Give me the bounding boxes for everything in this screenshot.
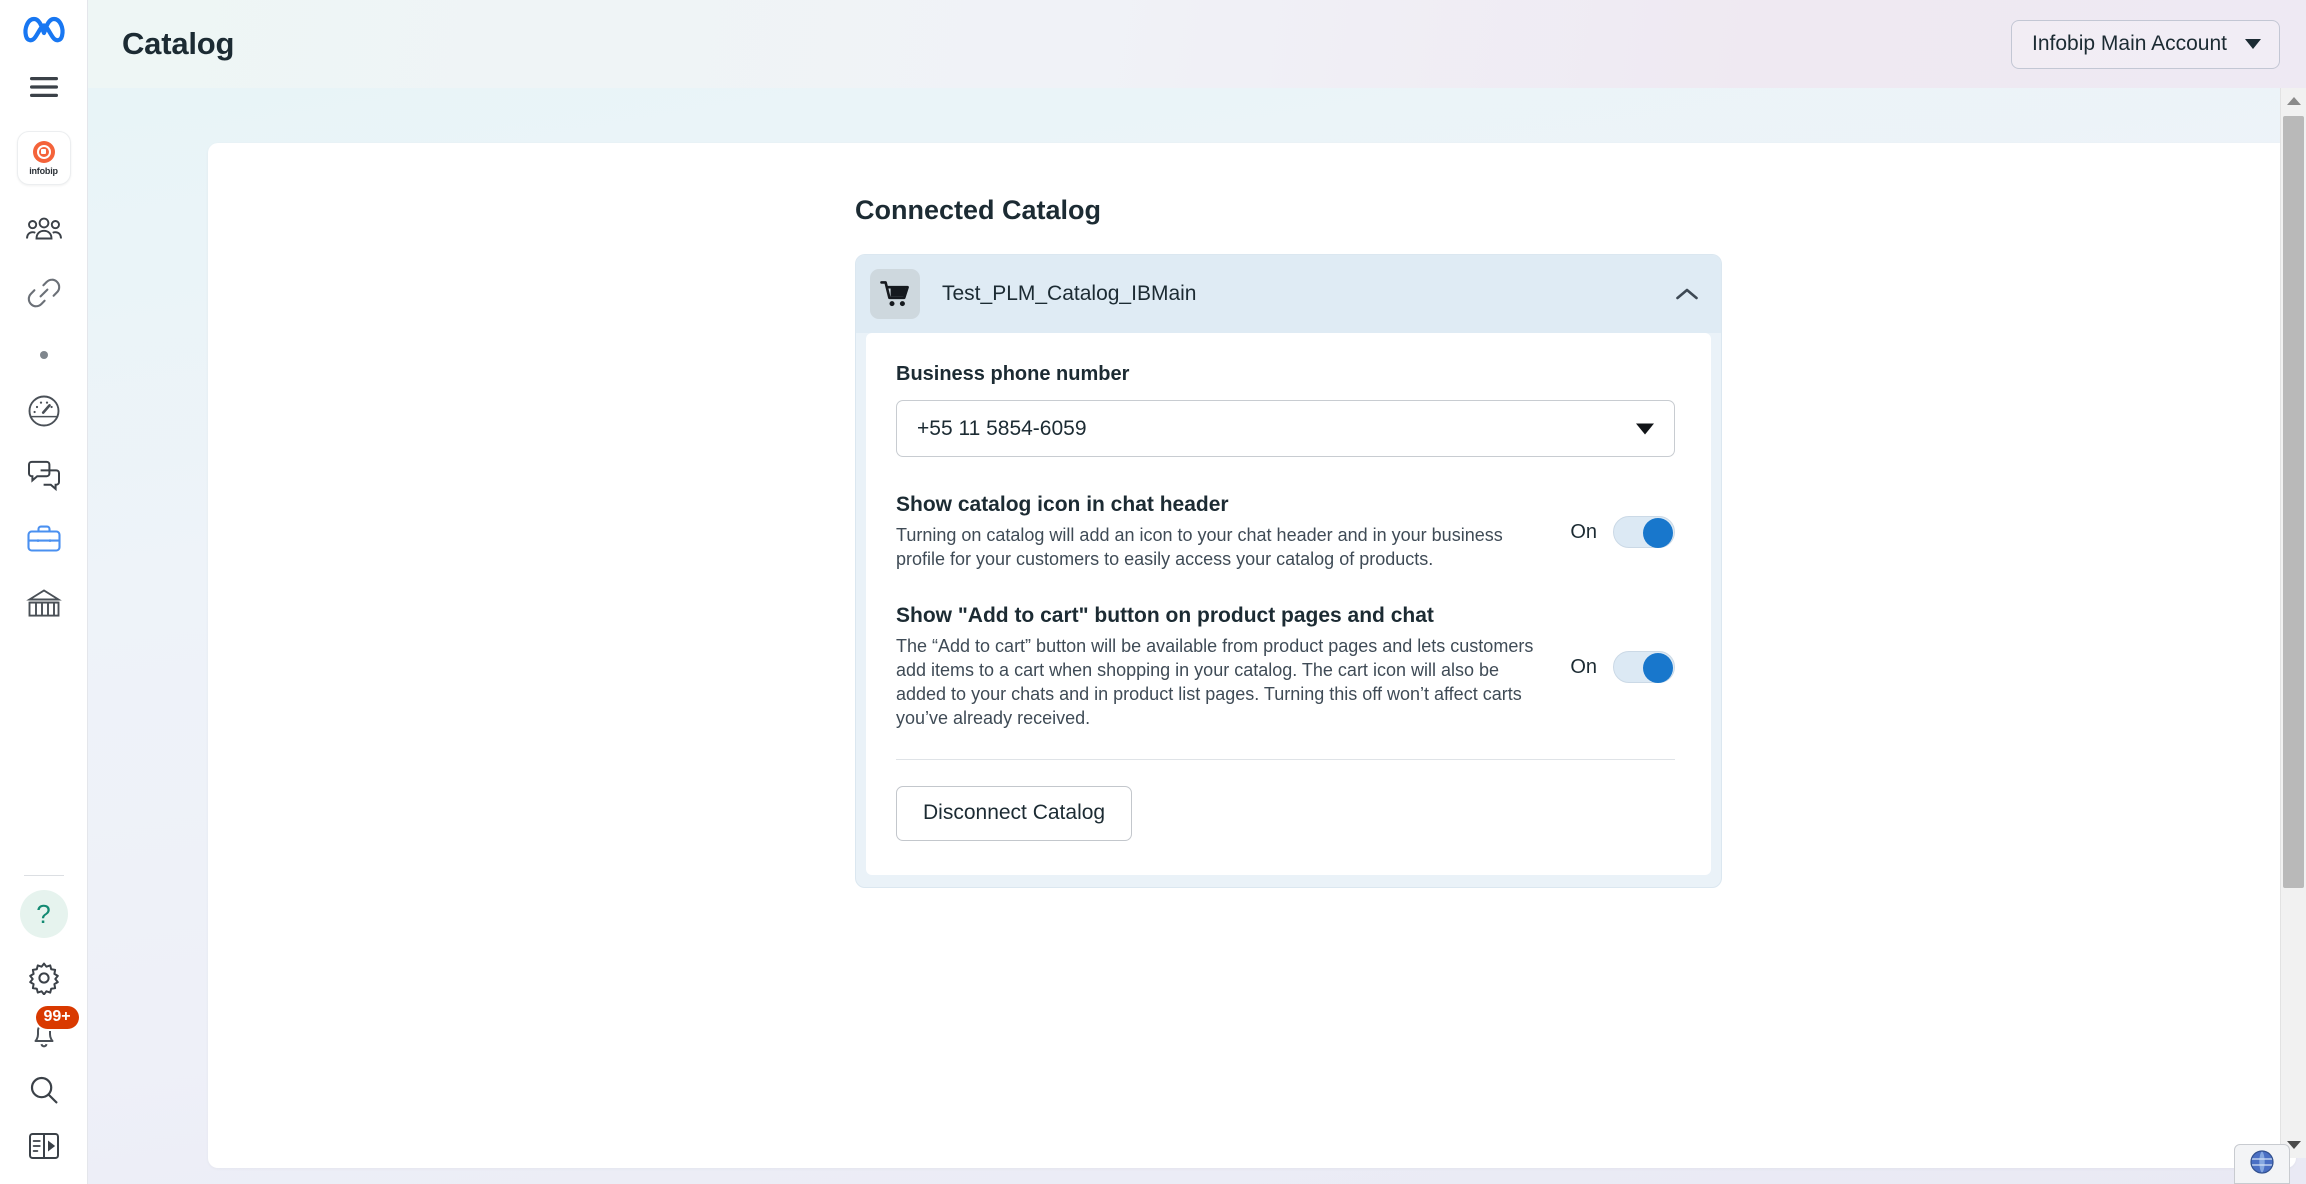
bank-icon <box>25 587 62 619</box>
setting-text-block: Show "Add to cart" button on product pag… <box>896 604 1552 731</box>
app-window: infobip ? 99+ Catalog Infobip Main Accou… <box>0 0 2306 1184</box>
rail-divider <box>23 875 64 876</box>
sidebar-item-audiences[interactable] <box>16 201 72 257</box>
business-phone-select[interactable]: +55 11 5854-6059 <box>896 400 1675 457</box>
sidebar-item-settings[interactable] <box>16 950 72 1006</box>
catalog-accordion-header[interactable]: Test_PLM_Catalog_IBMain <box>856 255 1721 333</box>
catalog-accordion-body: Business phone number +55 11 5854-6059 S… <box>866 333 1711 875</box>
gear-icon <box>27 961 61 995</box>
globe-icon <box>2249 1149 2275 1180</box>
chevron-down-icon <box>2245 38 2261 49</box>
main-panel: Connected Catalog Test_PLM_Catalog_IBMai… <box>208 143 2296 1168</box>
toggle-group: On <box>1570 516 1675 549</box>
setting-description: The “Add to cart” button will be availab… <box>896 635 1534 728</box>
chat-bubbles-icon <box>26 458 62 492</box>
search-icon <box>27 1073 61 1107</box>
sidebar-item-toggle-panel[interactable] <box>16 1118 72 1174</box>
rail-top-group: infobip <box>0 0 87 631</box>
business-phone-value: +55 11 5854-6059 <box>917 416 1087 440</box>
toggle-knob <box>1643 518 1673 549</box>
sidebar-item-more[interactable] <box>16 335 72 375</box>
toggle-knob <box>1643 653 1673 684</box>
account-selector-label: Infobip Main Account <box>2032 31 2227 55</box>
briefcase-icon <box>26 523 62 555</box>
link-icon <box>27 276 61 310</box>
sidebar-item-links[interactable] <box>16 265 72 321</box>
sidebar-item-notifications[interactable]: 99+ <box>16 1006 79 1062</box>
setting-row-add-to-cart: Show "Add to cart" button on product pag… <box>896 604 1675 731</box>
left-nav-rail: infobip ? 99+ <box>0 0 88 1184</box>
sidebar-item-billing[interactable] <box>16 575 72 631</box>
section-divider <box>896 758 1675 760</box>
panel-toggle-icon <box>28 1131 60 1161</box>
setting-heading: Show catalog icon in chat header <box>896 493 1229 516</box>
sidebar-item-analytics[interactable] <box>16 383 72 439</box>
rail-bottom-group: ? 99+ <box>0 863 87 1184</box>
setting-description: Turning on catalog will add an icon to y… <box>896 525 1503 569</box>
toggle-state-label: On <box>1570 655 1597 678</box>
toggle-group: On <box>1570 651 1675 684</box>
sidebar-item-business-tools[interactable] <box>16 511 72 567</box>
setting-row-catalog-icon: Show catalog icon in chat header Turning… <box>896 493 1675 572</box>
catalog-accordion: Test_PLM_Catalog_IBMain Business phone n… <box>855 254 1722 888</box>
setting-heading: Show "Add to cart" button on product pag… <box>896 603 1434 627</box>
scrollbar-thumb[interactable] <box>2283 116 2304 888</box>
sidebar-item-chats[interactable] <box>16 447 72 503</box>
infobip-wordmark: infobip <box>29 165 58 176</box>
content-area: Catalog Infobip Main Account Connected C… <box>88 0 2306 1184</box>
people-icon <box>25 216 62 242</box>
sidebar-item-search[interactable] <box>16 1062 72 1118</box>
page-title: Catalog <box>122 26 235 61</box>
dot-icon <box>39 351 48 359</box>
catalog-name: Test_PLM_Catalog_IBMain <box>942 282 1197 305</box>
disconnect-catalog-button[interactable]: Disconnect Catalog <box>896 785 1133 841</box>
sidebar-item-hamburger-menu[interactable] <box>16 59 72 115</box>
sidebar-item-help[interactable]: ? <box>19 890 68 938</box>
top-bar: Catalog Infobip Main Account <box>88 0 2306 88</box>
catalog-icon-toggle[interactable] <box>1613 516 1675 549</box>
shopping-cart-icon <box>870 269 920 319</box>
page-stage: Connected Catalog Test_PLM_Catalog_IBMai… <box>88 88 2306 1184</box>
row-spacer <box>896 572 1675 604</box>
chevron-down-icon <box>1636 423 1654 434</box>
speedometer-icon <box>26 393 62 429</box>
meta-logo[interactable] <box>22 14 66 49</box>
vertical-scrollbar[interactable] <box>2280 88 2306 1158</box>
infobip-logo-icon <box>32 140 55 163</box>
chevron-up-icon[interactable] <box>1675 287 1699 301</box>
setting-text-block: Show catalog icon in chat header Turning… <box>896 493 1552 572</box>
section-title: Connected Catalog <box>855 195 1102 225</box>
phone-field-label: Business phone number <box>896 363 1130 385</box>
toggle-state-label: On <box>1570 520 1597 543</box>
sidebar-item-infobip-workspace[interactable]: infobip <box>16 131 71 185</box>
panel-scroll-region: Connected Catalog Test_PLM_Catalog_IBMai… <box>208 143 2296 888</box>
account-selector[interactable]: Infobip Main Account <box>2011 19 2280 69</box>
browser-taskbar-button[interactable] <box>2234 1144 2290 1184</box>
hamburger-icon <box>29 76 59 98</box>
question-mark-icon: ? <box>36 898 51 929</box>
add-to-cart-toggle[interactable] <box>1613 651 1675 684</box>
scroll-up-arrow[interactable] <box>2281 88 2306 114</box>
notification-badge: 99+ <box>35 1006 79 1030</box>
